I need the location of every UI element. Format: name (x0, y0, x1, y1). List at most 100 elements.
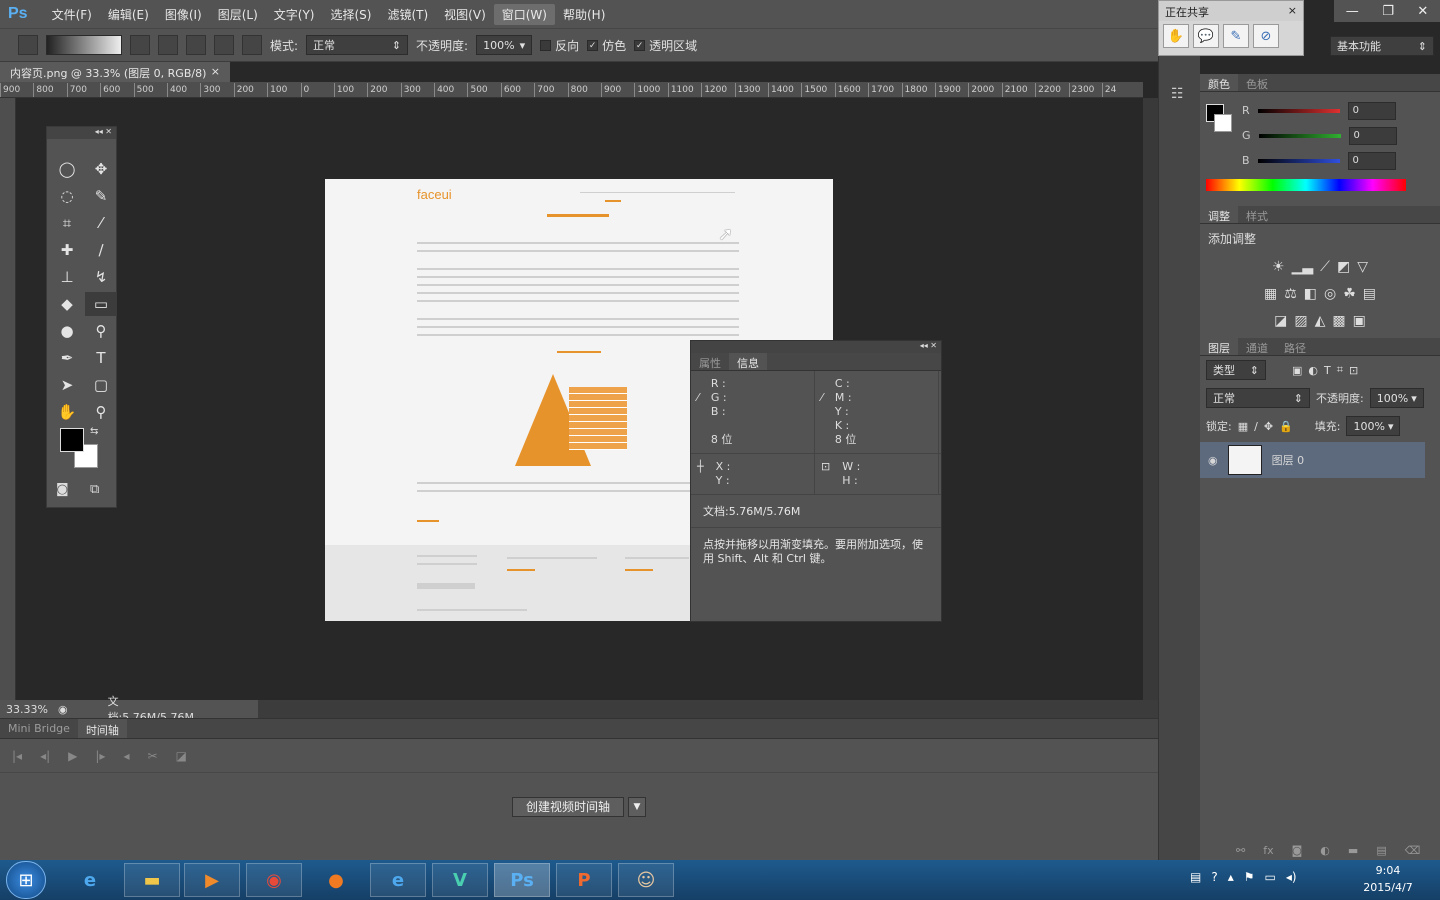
background-color-swatch[interactable] (1214, 114, 1232, 132)
mixer-icon[interactable]: ☘ (1343, 286, 1356, 302)
fill-input[interactable]: 100% ▾ (1346, 416, 1401, 436)
tab-properties[interactable]: 属性 (691, 353, 729, 370)
brush-icon[interactable]: ∕ (85, 238, 117, 262)
linear-gradient-button[interactable] (130, 35, 150, 55)
adjust-filter-icon[interactable]: ◐ (1308, 364, 1318, 377)
chrome-icon[interactable]: ◉ (246, 863, 302, 897)
link-layers-icon[interactable]: ⚯ (1236, 844, 1245, 857)
blur-icon[interactable]: ● (51, 319, 83, 343)
stop-sharing-icon[interactable]: ⊘ (1253, 24, 1279, 48)
menu-help[interactable]: 帮助(H) (555, 4, 613, 25)
gradient-map-icon[interactable]: ▩ (1332, 313, 1345, 329)
hue-icon[interactable]: ▦ (1264, 286, 1277, 302)
lock-all-icon[interactable]: 🔒 (1279, 420, 1293, 433)
tab-color[interactable]: 颜色 (1200, 74, 1238, 91)
media-player-icon[interactable]: ▶ (184, 863, 240, 897)
firefox-icon[interactable]: ● (308, 863, 364, 897)
tab-adjustments[interactable]: 调整 (1200, 206, 1238, 223)
exposure-icon[interactable]: ◩ (1337, 259, 1350, 275)
document-tab[interactable]: 内容页.png @ 33.3% (图层 0, RGB/8) × (0, 62, 230, 82)
ie-icon[interactable]: e (62, 863, 118, 897)
brightness-icon[interactable]: ☀ (1272, 259, 1285, 275)
explorer-icon[interactable]: ▬ (124, 863, 180, 897)
path-select-icon[interactable]: ➤ (51, 373, 83, 397)
vertical-scrollbar[interactable] (1143, 98, 1158, 700)
quick-select-icon[interactable]: ✎ (85, 184, 117, 208)
rectangle-icon[interactable]: ▢ (85, 373, 117, 397)
lookup-icon[interactable]: ▤ (1363, 286, 1376, 302)
history-brush-icon[interactable]: ↯ (85, 265, 117, 289)
chevron-down-icon[interactable]: ▼ (628, 797, 646, 817)
hand-icon[interactable]: ✋ (51, 400, 83, 424)
clock[interactable]: 9:04 2015/4/7 (1355, 862, 1421, 898)
zoom-icon[interactable]: ⚲ (85, 400, 117, 424)
network-icon[interactable]: ▭ (1265, 870, 1276, 884)
lock-pixels-icon[interactable]: ▦ (1238, 420, 1248, 433)
tab-info[interactable]: 信息 (729, 353, 767, 370)
angle-gradient-button[interactable] (186, 35, 206, 55)
trash-icon[interactable]: ⌫ (1405, 844, 1421, 857)
workspace-select[interactable]: 基本功能 ⇕ (1330, 36, 1434, 56)
status-icon[interactable]: ◉ (58, 703, 68, 716)
layer-name[interactable]: 图层 0 (1272, 452, 1305, 468)
flag-icon[interactable]: ⚑ (1244, 870, 1255, 884)
menu-file[interactable]: 文件(F) (44, 4, 100, 25)
vertical-ruler[interactable] (0, 98, 16, 700)
lock-paint-icon[interactable]: ∕ (1254, 420, 1258, 433)
shape-filter-icon[interactable]: ⌗ (1337, 363, 1343, 377)
prev-frame-icon[interactable]: ◂| (40, 749, 50, 763)
blend-mode-select[interactable]: 正常 ⇕ (1206, 388, 1310, 408)
gradient-icon[interactable]: ▭ (85, 292, 117, 316)
smart-filter-icon[interactable]: ⊡ (1349, 364, 1358, 377)
menu-type[interactable]: 文字(Y) (266, 4, 323, 25)
screen-mode-icon[interactable]: ⧉ (90, 482, 99, 497)
threshold-icon[interactable]: ◭ (1315, 313, 1326, 329)
collapse-icon[interactable]: ◂◂ ✕ (47, 127, 116, 139)
gradient-preview[interactable] (46, 35, 122, 55)
zoom-level[interactable]: 33.33% (6, 703, 48, 716)
tab-layers[interactable]: 图层 (1200, 338, 1238, 355)
foreground-color-swatch[interactable] (60, 428, 84, 452)
type-filter-icon[interactable]: T (1324, 364, 1331, 377)
swap-colors-icon[interactable]: ⇆ (90, 426, 98, 437)
blue-value[interactable]: 0 (1347, 151, 1396, 170)
new-layer-icon[interactable]: ▤ (1376, 844, 1386, 857)
menu-layer[interactable]: 图层(L) (210, 4, 266, 25)
color-spectrum[interactable] (1206, 179, 1406, 191)
posterize-icon[interactable]: ▨ (1294, 313, 1307, 329)
close-tab-icon[interactable]: × (211, 65, 220, 79)
red-value[interactable]: 0 (1347, 101, 1396, 120)
restore-button[interactable]: ❐ (1382, 4, 1394, 19)
help-icon[interactable]: ? (1211, 870, 1217, 884)
reflected-gradient-button[interactable] (214, 35, 234, 55)
tab-paths[interactable]: 路径 (1276, 338, 1314, 355)
elliptical-marquee-icon[interactable]: ◯ (51, 157, 83, 181)
menu-edit[interactable]: 编辑(E) (100, 4, 157, 25)
horizontal-scrollbar[interactable] (258, 700, 1158, 718)
radial-gradient-button[interactable] (158, 35, 178, 55)
edit-icon[interactable]: ✎ (1223, 24, 1249, 48)
type-icon[interactable]: T (85, 346, 117, 370)
levels-icon[interactable]: ▁▃ (1292, 259, 1314, 275)
next-frame-icon[interactable]: |▸ (95, 749, 105, 763)
ie-window-icon[interactable]: e (370, 863, 426, 897)
layer-filter-select[interactable]: 类型 ⇕ (1206, 360, 1266, 380)
vine-icon[interactable]: V (432, 863, 488, 897)
mask-icon[interactable]: ◙ (1292, 844, 1303, 857)
lasso-icon[interactable]: ◌ (51, 184, 83, 208)
vibrance-icon[interactable]: ▽ (1357, 259, 1368, 275)
collapse-icon[interactable]: ◂◂ ✕ (691, 341, 941, 353)
quick-mask-icon[interactable]: ◙ (56, 482, 69, 497)
avatar-app-icon[interactable]: ☺ (618, 863, 674, 897)
reverse-checkbox[interactable]: 反向 (540, 37, 579, 54)
healing-brush-icon[interactable]: ✚ (51, 238, 83, 262)
close-button[interactable]: ✕ (1417, 4, 1428, 19)
start-button[interactable]: ⊞ (6, 861, 46, 899)
menu-select[interactable]: 选择(S) (322, 4, 379, 25)
hand-pointer-icon[interactable]: ✋ (1163, 24, 1189, 48)
photo-filter-icon[interactable]: ◎ (1324, 286, 1336, 302)
menu-image[interactable]: 图像(I) (157, 4, 210, 25)
transition-icon[interactable]: ◪ (176, 749, 187, 763)
tab-channels[interactable]: 通道 (1238, 338, 1276, 355)
eyedropper-icon[interactable]: ⁄ (85, 211, 117, 235)
